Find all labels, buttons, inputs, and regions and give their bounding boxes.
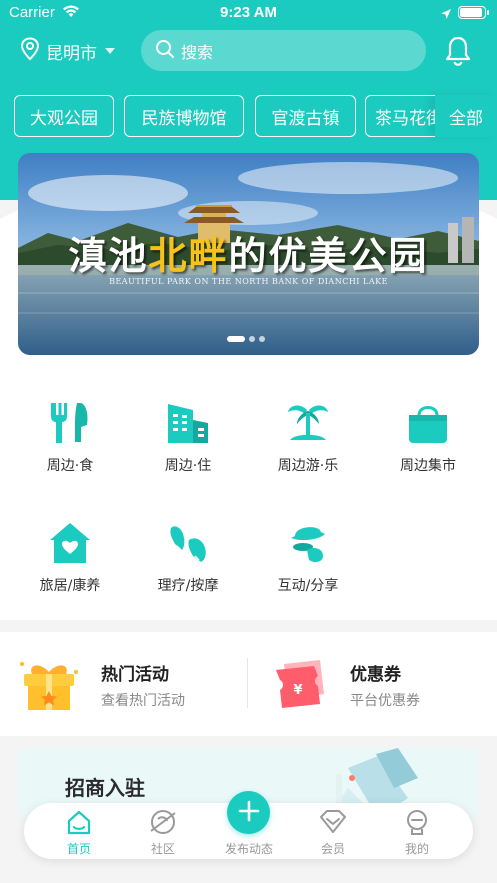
search-icon	[155, 39, 175, 63]
fork-knife-icon	[47, 400, 93, 446]
tab-home[interactable]: 首页	[44, 807, 114, 857]
promo-title: 热门活动	[101, 665, 169, 685]
home-indicator-area	[0, 869, 497, 883]
status-bar: Carrier 9:23 AM	[0, 0, 497, 26]
city-label: 昆明市	[46, 43, 97, 64]
category-label: 周边游·乐	[277, 458, 339, 474]
quick-chips: 大观公园 民族博物馆 官渡古镇 茶马花街	[14, 95, 497, 139]
category-travel-fun[interactable]: 周边游·乐	[248, 400, 368, 475]
chip-ethnic-museum[interactable]: 民族博物馆	[124, 95, 244, 137]
carousel-dot	[259, 336, 265, 342]
hotel-building-icon	[165, 400, 211, 446]
carousel-indicator	[227, 336, 265, 342]
category-food[interactable]: 周边·食	[10, 400, 130, 475]
house-heart-icon	[47, 520, 93, 566]
community-icon	[128, 807, 198, 837]
bell-icon[interactable]	[444, 35, 472, 71]
carousel-dot	[249, 336, 255, 342]
carousel-dot-active	[227, 336, 245, 342]
search-placeholder: 搜索	[181, 42, 214, 62]
home-icon	[44, 807, 114, 837]
banner-carousel[interactable]: 滇池北畔的优美公园 BEAUTIFUL PARK ON THE NORTH BA…	[18, 153, 479, 355]
tab-label: 首页	[66, 842, 91, 856]
category-market[interactable]: 周边集市	[368, 400, 488, 475]
all-categories-button[interactable]: 全部	[435, 95, 497, 137]
promo-subtitle: 平台优惠券	[350, 693, 420, 709]
coupons-card[interactable]: ¥ 优惠券 平台优惠券	[248, 652, 497, 722]
shopping-bag-icon	[405, 400, 451, 446]
banner-title: 滇池北畔的优美公园	[68, 233, 429, 278]
clock: 9:23 AM	[220, 4, 277, 21]
location-arrow-icon	[440, 6, 452, 24]
chip-daguan-park[interactable]: 大观公园	[14, 95, 114, 137]
coupon-ticket-icon: ¥	[270, 656, 334, 724]
category-label: 互动/分享	[277, 578, 339, 594]
publish-label: 发布动态	[224, 842, 273, 856]
tab-label: 我的	[404, 842, 429, 856]
category-living-wellness[interactable]: 旅居/康养	[10, 520, 130, 595]
palm-island-icon	[285, 400, 331, 446]
banner-subtitle: BEAUTIFUL PARK ON THE NORTH BANK OF DIAN…	[109, 277, 388, 286]
search-input[interactable]: 搜索	[141, 30, 426, 71]
tab-member[interactable]: 会员	[298, 807, 368, 857]
hat-share-icon	[285, 520, 331, 566]
diamond-icon	[298, 807, 368, 837]
gift-box-icon	[14, 652, 84, 726]
tab-label: 会员	[320, 842, 345, 856]
tab-mine[interactable]: 我的	[382, 807, 452, 857]
battery-icon	[458, 6, 489, 19]
category-label: 旅居/康养	[39, 578, 101, 594]
publish-button[interactable]	[227, 791, 270, 834]
home-screen: Carrier 9:23 AM 昆明市 搜索 大观公园 民族博物馆 官渡古镇 茶…	[0, 0, 497, 883]
category-label: 周边集市	[400, 458, 456, 474]
profile-icon	[382, 807, 452, 837]
category-label: 周边·食	[46, 458, 94, 474]
plus-icon	[238, 800, 260, 826]
promo-title: 优惠券	[350, 665, 401, 685]
chip-guandu-town[interactable]: 官渡古镇	[255, 95, 356, 137]
category-massage[interactable]: 理疗/按摩	[128, 520, 248, 595]
merchant-join-title: 招商入驻	[65, 776, 145, 800]
category-label: 理疗/按摩	[157, 578, 219, 594]
promo-subtitle: 查看热门活动	[101, 693, 185, 709]
category-lodging[interactable]: 周边·住	[128, 400, 248, 475]
tab-label: 社区	[150, 842, 175, 856]
map-pin-icon	[20, 36, 40, 66]
massage-hands-icon	[165, 520, 211, 566]
tab-community[interactable]: 社区	[128, 807, 198, 857]
svg-text:¥: ¥	[293, 683, 302, 698]
chevron-down-icon	[105, 48, 115, 54]
city-selector[interactable]: 昆明市	[20, 36, 115, 66]
hot-activities-card[interactable]: 热门活动 查看热门活动	[0, 652, 247, 722]
category-interact-share[interactable]: 互动/分享	[248, 520, 368, 595]
category-label: 周边·住	[164, 458, 212, 474]
promo-section: 热门活动 查看热门活动 ¥ 优惠券 平台优惠券	[0, 632, 497, 736]
